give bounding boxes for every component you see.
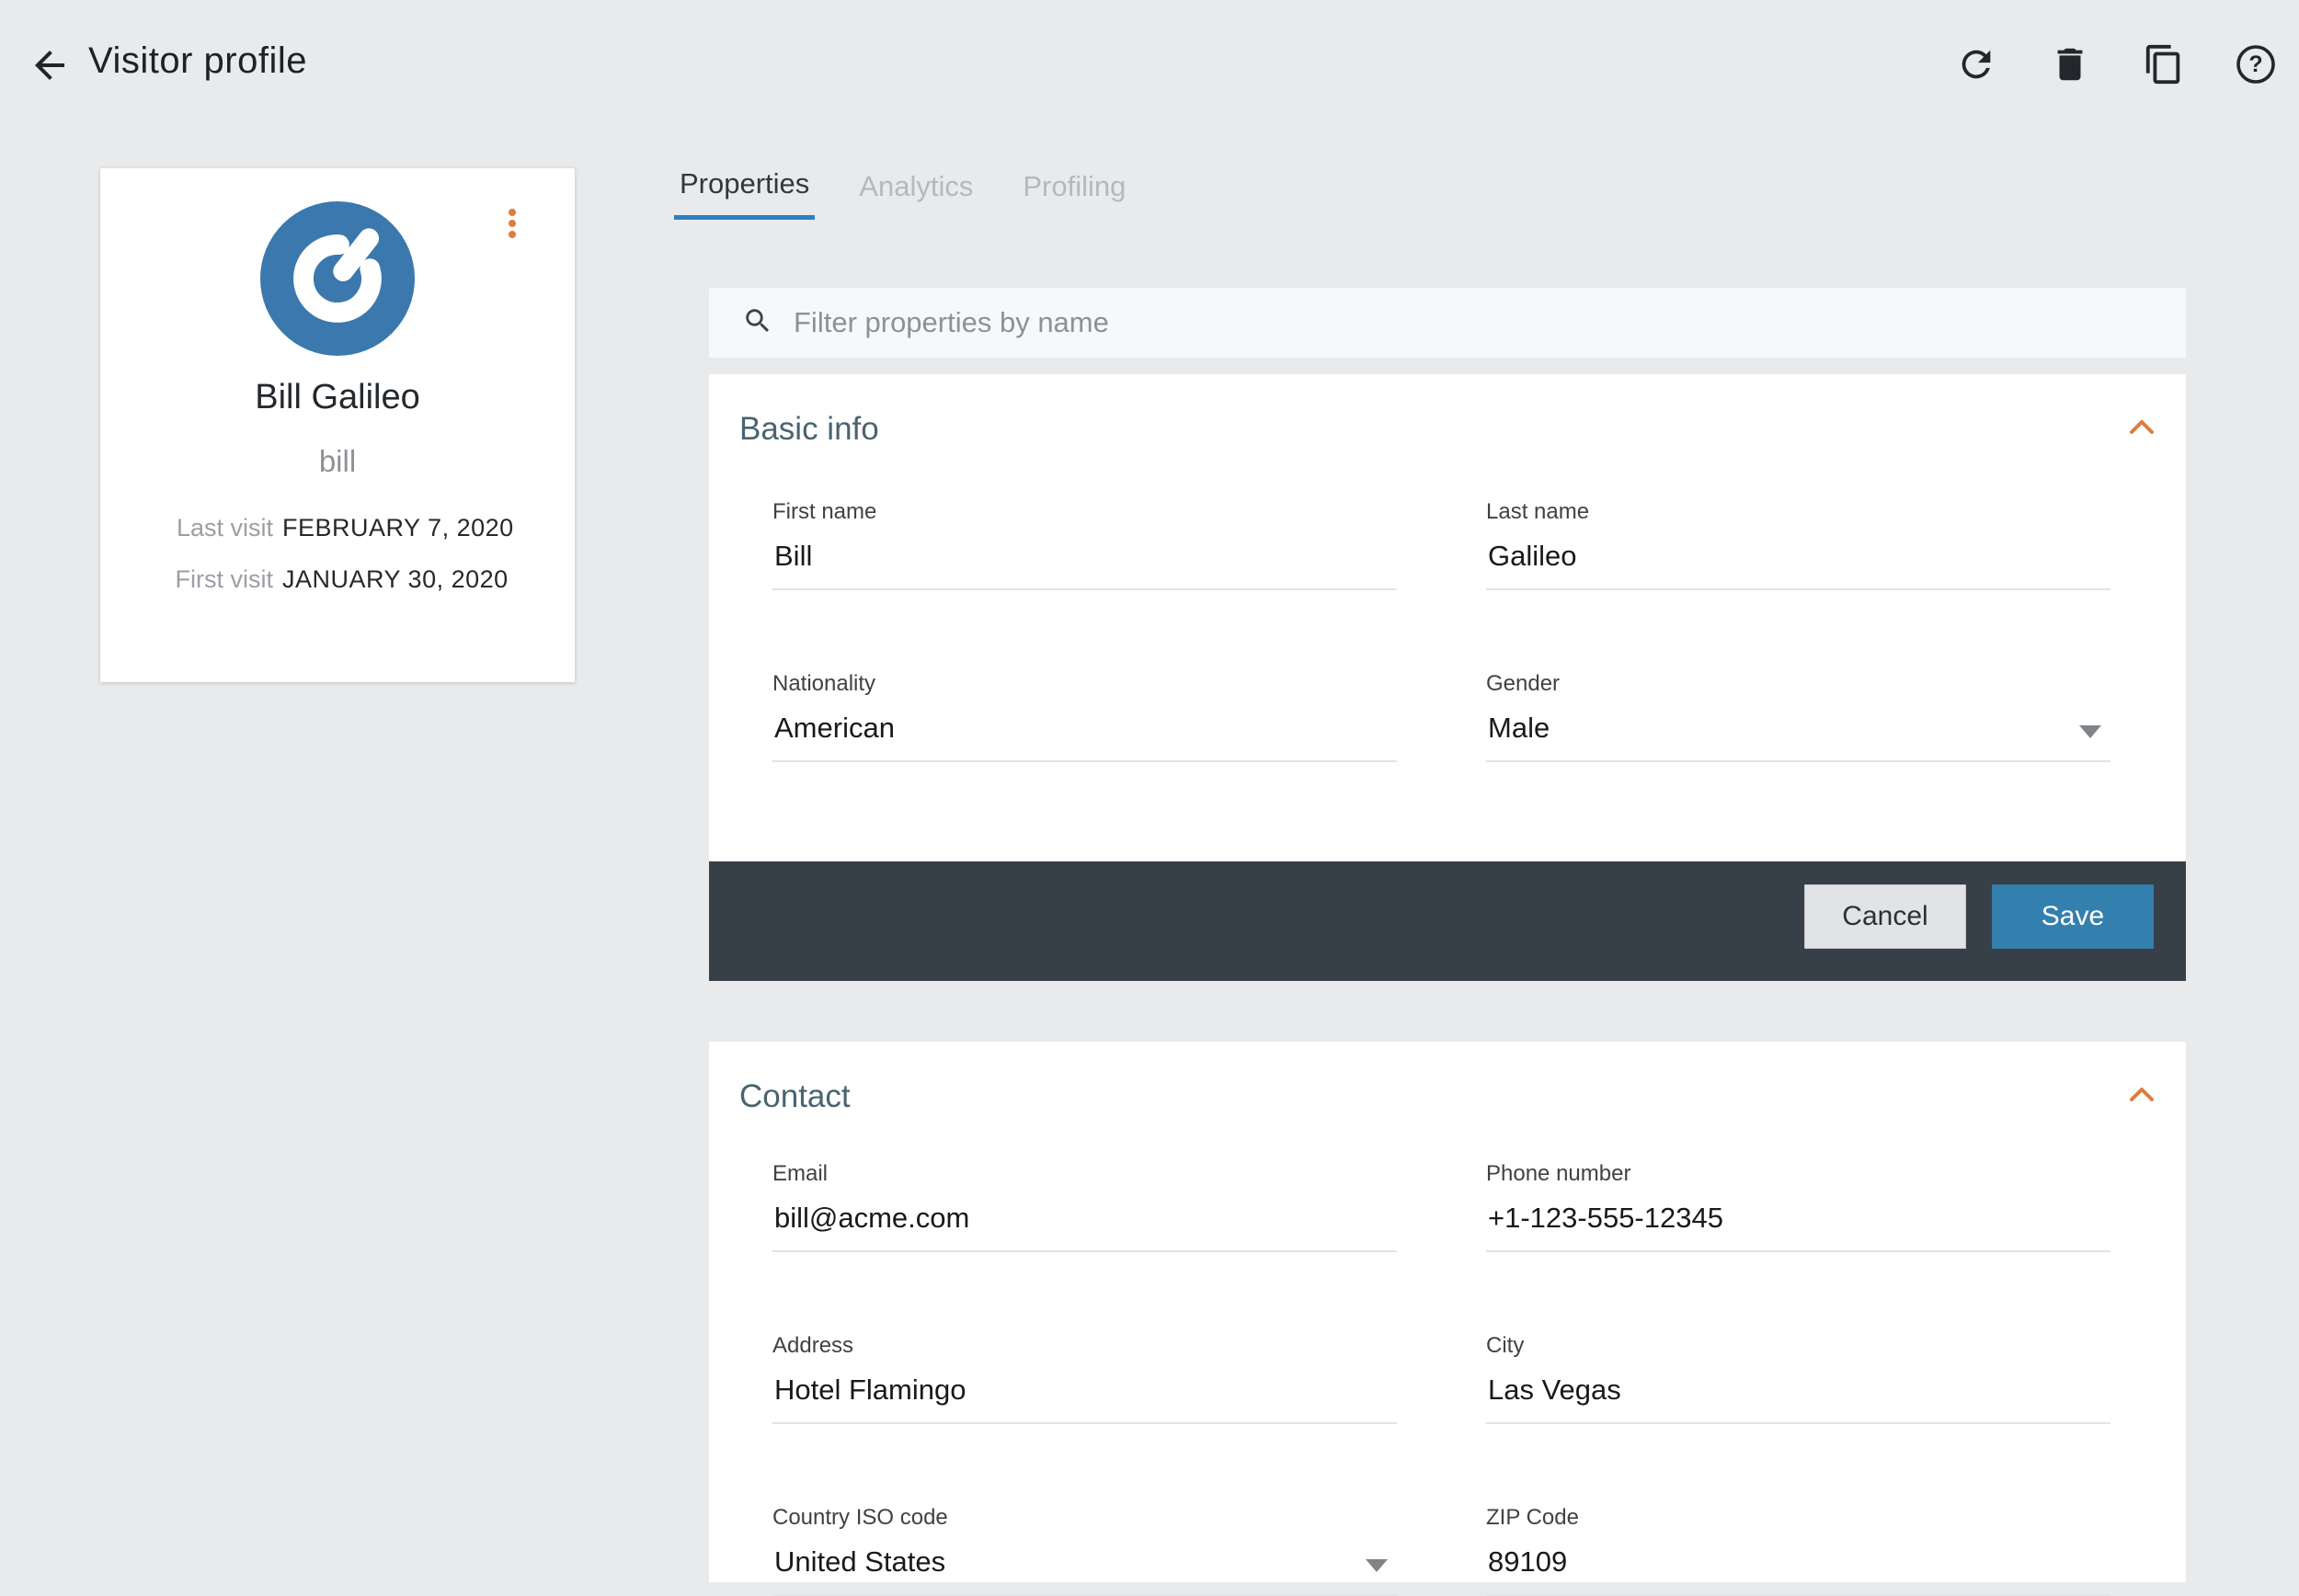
first-name-field: First name	[772, 499, 1397, 590]
basic-info-collapse-button[interactable]	[2123, 415, 2160, 442]
gender-field: Gender Male	[1486, 671, 2110, 762]
first-visit-row: First visit JANUARY 30, 2020	[100, 565, 575, 594]
first-visit-label: First visit	[100, 565, 273, 594]
dropdown-arrow-icon	[2079, 725, 2101, 738]
filter-bar	[709, 288, 2186, 358]
svg-text:?: ?	[2248, 51, 2262, 77]
city-label: City	[1486, 1333, 2110, 1359]
copy-icon	[2143, 74, 2185, 88]
gender-label: Gender	[1486, 671, 2110, 697]
address-label: Address	[772, 1333, 1397, 1359]
email-label: Email	[772, 1161, 1397, 1187]
back-button[interactable]	[26, 42, 74, 90]
first-name-label: First name	[772, 499, 1397, 525]
basic-info-title: Basic info	[739, 411, 879, 448]
country-iso-code-select[interactable]: United States	[772, 1545, 1397, 1596]
visitor-card: Bill Galileo bill Last visit FEBRUARY 7,…	[100, 168, 575, 682]
tab-properties[interactable]: Properties	[674, 167, 815, 220]
avatar	[260, 201, 415, 356]
dropdown-arrow-icon	[1366, 1559, 1388, 1572]
country-iso-code-field: Country ISO code United States	[772, 1505, 1397, 1596]
help-icon: ?	[2235, 74, 2277, 88]
email-field: Email	[772, 1161, 1397, 1252]
chevron-up-icon	[2129, 1091, 2155, 1105]
contact-collapse-button[interactable]	[2123, 1082, 2160, 1110]
top-bar: Visitor profile ?	[0, 0, 2299, 106]
filter-properties-input[interactable]	[794, 306, 2186, 339]
delete-button[interactable]	[2047, 42, 2093, 88]
arrow-left-icon	[28, 76, 72, 90]
refresh-button[interactable]	[1953, 42, 1999, 88]
zip-code-field: ZIP Code	[1486, 1505, 2110, 1596]
last-visit-value: FEBRUARY 7, 2020	[282, 514, 514, 542]
basic-info-section: Basic info First name Last name National…	[709, 374, 2186, 861]
card-menu-button[interactable]	[494, 198, 531, 249]
visitor-name: Bill Galileo	[100, 378, 575, 417]
contact-title: Contact	[739, 1078, 851, 1115]
nationality-input[interactable]	[772, 712, 1397, 762]
email-input[interactable]	[772, 1202, 1397, 1252]
address-field: Address	[772, 1333, 1397, 1424]
visitor-username: bill	[100, 444, 575, 479]
nationality-field: Nationality	[772, 671, 1397, 762]
address-input[interactable]	[772, 1374, 1397, 1424]
last-name-label: Last name	[1486, 499, 2110, 525]
power-icon	[260, 344, 415, 359]
search-icon	[709, 305, 794, 341]
help-button[interactable]: ?	[2233, 42, 2279, 88]
contact-section: Contact Email Phone number Address City …	[709, 1042, 2186, 1582]
phone-number-label: Phone number	[1486, 1161, 2110, 1187]
last-name-input[interactable]	[1486, 540, 2110, 590]
city-input[interactable]	[1486, 1374, 2110, 1424]
tab-bar: Properties Analytics Profiling	[674, 167, 1170, 220]
tab-analytics[interactable]: Analytics	[853, 167, 978, 220]
save-button[interactable]: Save	[1992, 884, 2154, 949]
page-title: Visitor profile	[88, 40, 307, 82]
chevron-up-icon	[2129, 424, 2155, 438]
cancel-button[interactable]: Cancel	[1804, 884, 1966, 949]
zip-code-input[interactable]	[1486, 1545, 2110, 1596]
last-visit-row: Last visit FEBRUARY 7, 2020	[100, 514, 575, 542]
copy-button[interactable]	[2141, 42, 2187, 88]
form-action-bar: Cancel Save	[709, 861, 2186, 981]
delete-icon	[2049, 74, 2091, 88]
phone-number-field: Phone number	[1486, 1161, 2110, 1252]
tab-profiling[interactable]: Profiling	[1017, 167, 1131, 220]
last-visit-label: Last visit	[100, 514, 273, 542]
first-visit-value: JANUARY 30, 2020	[282, 565, 509, 594]
country-iso-code-label: Country ISO code	[772, 1505, 1397, 1531]
refresh-icon	[1955, 74, 1997, 88]
last-name-field: Last name	[1486, 499, 2110, 590]
phone-number-input[interactable]	[1486, 1202, 2110, 1252]
nationality-label: Nationality	[772, 671, 1397, 697]
gender-select[interactable]: Male	[1486, 712, 2110, 762]
city-field: City	[1486, 1333, 2110, 1424]
kebab-menu-icon	[494, 209, 531, 238]
first-name-input[interactable]	[772, 540, 1397, 590]
zip-code-label: ZIP Code	[1486, 1505, 2110, 1531]
